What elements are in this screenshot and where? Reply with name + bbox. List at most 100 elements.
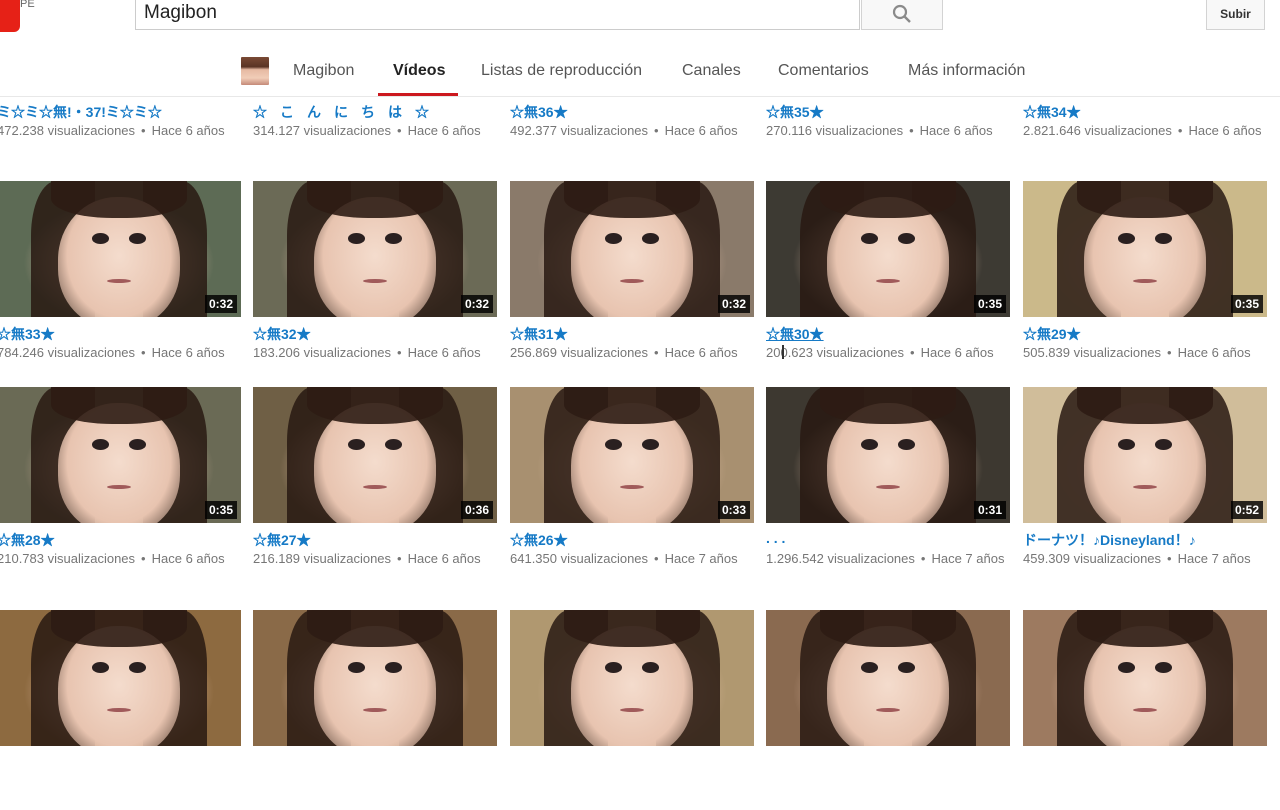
video-thumbnail[interactable]: 0:32 <box>510 181 754 317</box>
thumb-bangs <box>1076 610 1214 647</box>
thumb-mouth <box>362 278 388 283</box>
thumb-bangs <box>819 181 957 218</box>
thumb-eye <box>861 661 879 673</box>
thumb-eye <box>861 232 879 244</box>
video-card[interactable]: 0:52 ドーナツ！♪Disneyland！♪ 459.309 visualizac… <box>1023 387 1267 587</box>
video-duration: 0:32 <box>204 295 237 313</box>
video-card[interactable]: 0:32 ☆無31★ 256.869 visualizaciones • Hace 6 … <box>510 181 754 381</box>
video-card[interactable] <box>253 610 497 810</box>
video-card[interactable]: ☆無36★ 492.377 visualizaciones • Hace 6 años <box>510 0 754 159</box>
video-thumbnail[interactable]: 0:35 <box>0 387 241 523</box>
thumb-mouth <box>106 707 132 712</box>
upload-age: Hace 6 años <box>151 123 225 138</box>
thumb-eye <box>384 661 402 673</box>
video-meta: 210.783 visualizaciones • Hace 6 años <box>0 550 241 568</box>
thumb-eye <box>348 661 366 673</box>
video-thumbnail[interactable]: 0:31 <box>766 387 1010 523</box>
video-title[interactable]: ☆無30★ <box>766 324 1010 344</box>
thumb-bangs <box>563 610 701 647</box>
upload-age: Hace 6 años <box>1177 345 1251 360</box>
video-meta: 472.238 visualizaciones • Hace 6 años <box>0 122 241 140</box>
video-title[interactable]: ☆無28★ <box>0 530 241 550</box>
view-count: 256.869 visualizaciones <box>510 345 649 360</box>
video-title[interactable]: ミ☆ミ☆無!・37!ミ☆ミ☆ <box>0 102 241 122</box>
thumb-mouth <box>362 484 388 489</box>
video-title[interactable]: . . . <box>766 530 1010 546</box>
thumb-mouth <box>106 278 132 283</box>
video-card[interactable] <box>766 610 1010 810</box>
upload-age: Hace 6 años <box>151 345 225 360</box>
video-card[interactable]: 0:32 ☆無32★ 183.206 visualizaciones • Hace 6 … <box>253 181 497 381</box>
video-thumbnail[interactable] <box>510 610 754 746</box>
thumb-eye <box>1118 232 1136 244</box>
video-title[interactable]: ☆無32★ <box>253 324 497 344</box>
view-count: 472.238 visualizaciones <box>0 123 136 138</box>
video-card[interactable] <box>1023 610 1267 810</box>
video-card[interactable]: 0:36 ☆無27★ 216.189 visualizaciones • Hace 6 … <box>253 387 497 587</box>
video-title[interactable]: ☆無29★ <box>1023 324 1267 344</box>
view-count: 459.309 visualizaciones <box>1023 551 1162 566</box>
video-thumbnail[interactable]: 0:33 <box>510 387 754 523</box>
upload-age: Hace 6 años <box>407 123 481 138</box>
thumb-mouth <box>619 707 645 712</box>
video-thumbnail[interactable]: 0:52 <box>1023 387 1267 523</box>
video-title[interactable]: ☆無34★ <box>1023 102 1267 122</box>
thumb-eye <box>605 661 623 673</box>
view-count: 200.623 visualizaciones <box>766 345 905 360</box>
thumb-eye <box>1118 661 1136 673</box>
video-meta: 641.350 visualizaciones • Hace 7 años <box>510 550 754 568</box>
video-card[interactable] <box>0 610 241 810</box>
video-title[interactable]: ☆無33★ <box>0 324 241 344</box>
video-thumbnail[interactable] <box>253 610 497 746</box>
video-card[interactable]: 0:35 ☆無29★ 505.839 visualizaciones • Hace 6 … <box>1023 181 1267 381</box>
video-card[interactable]: 0:32 ☆無33★ 784.246 visualizaciones • Hace 6 … <box>0 181 241 381</box>
video-title[interactable]: ☆無36★ <box>510 102 754 122</box>
view-count: 641.350 visualizaciones <box>510 551 649 566</box>
thumb-bangs <box>50 610 188 647</box>
video-title[interactable]: ☆無31★ <box>510 324 754 344</box>
thumb-eye <box>128 438 146 450</box>
thumb-eye <box>1154 661 1172 673</box>
video-meta: 492.377 visualizaciones • Hace 6 años <box>510 122 754 140</box>
video-title[interactable]: ドーナツ！♪Disneyland！♪ <box>1023 530 1267 550</box>
meta-separator: • <box>909 123 914 138</box>
thumb-eye <box>605 438 623 450</box>
video-thumbnail[interactable]: 0:36 <box>253 387 497 523</box>
video-card[interactable]: 0:33 ☆無26★ 641.350 visualizaciones • Hace 7 … <box>510 387 754 587</box>
video-thumbnail[interactable]: 0:35 <box>1023 181 1267 317</box>
video-card[interactable] <box>510 610 754 810</box>
video-thumbnail[interactable] <box>766 610 1010 746</box>
video-duration: 0:35 <box>1230 295 1263 313</box>
video-thumbnail[interactable]: 0:32 <box>0 181 241 317</box>
upload-age: Hace 7 años <box>1177 551 1251 566</box>
video-thumbnail[interactable] <box>0 610 241 746</box>
thumb-eye <box>92 438 110 450</box>
video-card[interactable]: ☆無34★ 2.821.646 visualizaciones • Hace 6 añ… <box>1023 0 1267 159</box>
video-thumbnail[interactable]: 0:35 <box>766 181 1010 317</box>
video-thumbnail[interactable] <box>1023 610 1267 746</box>
video-title[interactable]: ☆無27★ <box>253 530 497 550</box>
video-card[interactable]: 0:35 ☆無28★ 210.783 visualizaciones • Hace 6 … <box>0 387 241 587</box>
meta-separator: • <box>397 345 402 360</box>
video-duration: 0:32 <box>717 295 750 313</box>
view-count: 210.783 visualizaciones <box>0 551 136 566</box>
video-card[interactable]: 0:31 . . . 1.296.542 visualizaciones • Hace … <box>766 387 1010 587</box>
thumb-bangs <box>563 387 701 424</box>
thumb-bangs <box>50 387 188 424</box>
video-card[interactable]: ミ☆ミ☆無!・37!ミ☆ミ☆ 472.238 visualizaciones • Ha… <box>0 0 241 159</box>
video-meta: 784.246 visualizaciones • Hace 6 años <box>0 344 241 362</box>
video-title[interactable]: ☆こんにちは☆ <box>253 102 497 122</box>
video-card[interactable]: ☆こんにちは☆ 314.127 visualizaciones • Hace 6 añ… <box>253 0 497 159</box>
meta-separator: • <box>654 345 659 360</box>
thumb-eye <box>861 438 879 450</box>
thumb-mouth <box>1132 707 1158 712</box>
video-title[interactable]: ☆無26★ <box>510 530 754 550</box>
video-card[interactable]: 0:35 ☆無30★ 200.623 visualizaciones • Hace 6 … <box>766 181 1010 381</box>
video-thumbnail[interactable]: 0:32 <box>253 181 497 317</box>
video-duration: 0:31 <box>973 501 1006 519</box>
video-title[interactable]: ☆無35★ <box>766 102 1010 122</box>
video-meta: 1.296.542 visualizaciones • Hace 7 años <box>766 550 1010 568</box>
upload-age: Hace 7 años <box>664 551 738 566</box>
video-card[interactable]: ☆無35★ 270.116 visualizaciones • Hace 6 años <box>766 0 1010 159</box>
video-meta: 256.869 visualizaciones • Hace 6 años <box>510 344 754 362</box>
